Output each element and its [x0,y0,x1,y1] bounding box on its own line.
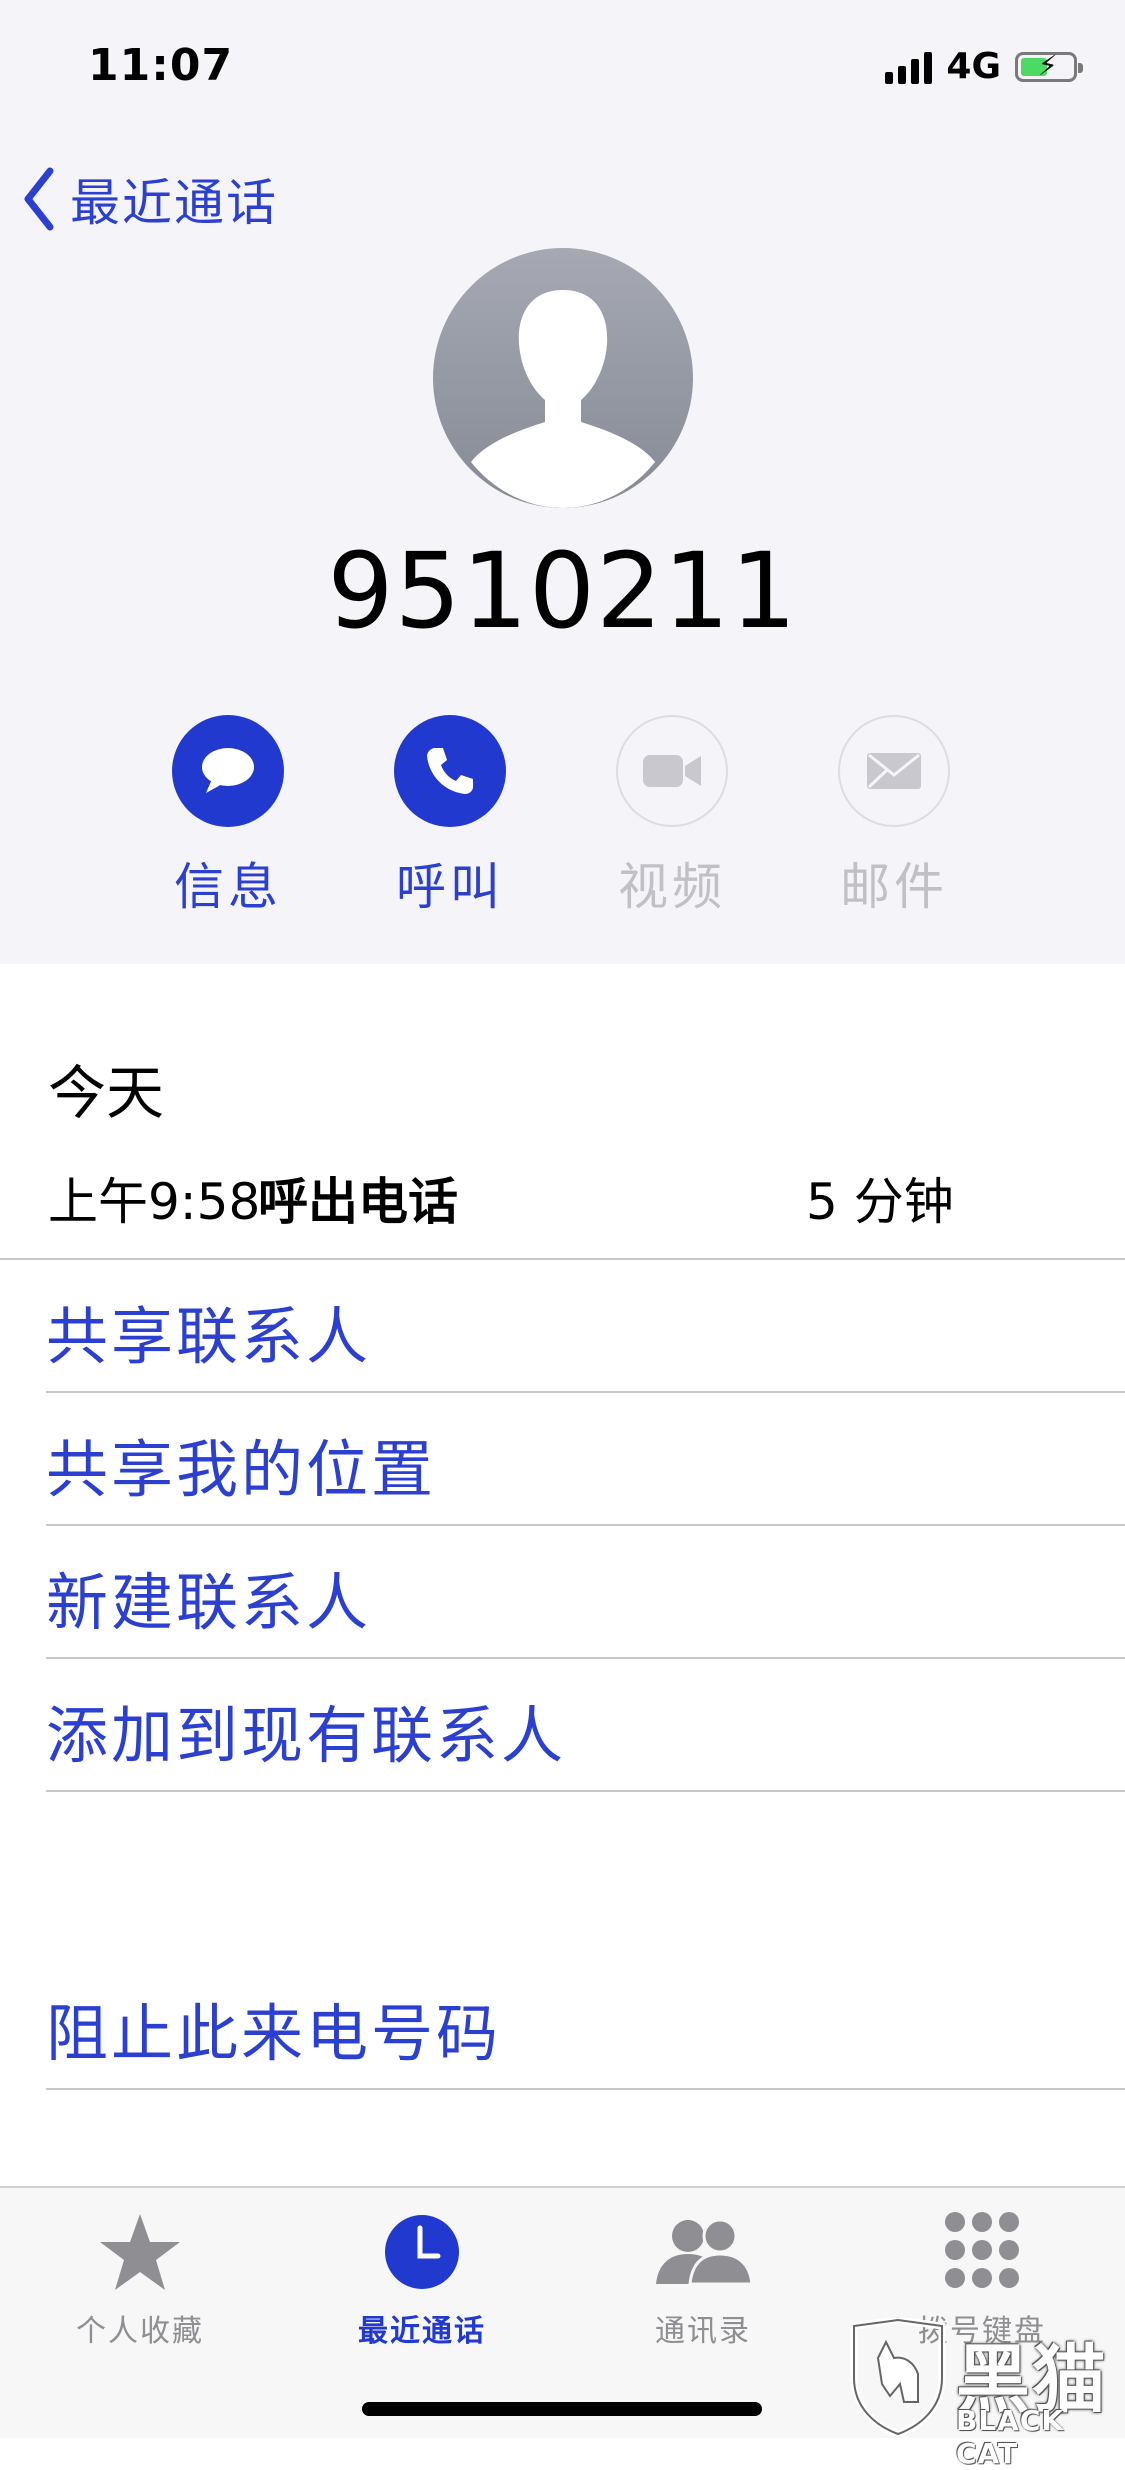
phone-icon [394,715,506,827]
divider [46,2088,1125,2090]
mail-envelope-icon [838,715,950,827]
avatar [433,248,693,508]
message-action-button[interactable]: 信息 [153,715,303,919]
back-button[interactable]: 最近通话 [22,163,278,235]
divider [46,1524,1125,1526]
tab-label: 通讯录 [655,2314,751,2349]
call-action-button[interactable]: 呼叫 [375,715,525,919]
black-cat-watermark: 黑猫 BLACK CAT [848,2318,1120,2470]
network-type: 4G [946,46,1001,87]
home-indicator[interactable] [362,2402,762,2416]
block-caller-button[interactable]: 阻止此来电号码 [46,1983,501,2073]
call-log-duration: 5 分钟 [806,1173,954,1231]
call-log-type: 呼出电话 [258,1173,458,1231]
video-camera-icon [616,715,728,827]
cat-shield-icon [850,2318,946,2436]
person-silhouette-icon [471,290,655,508]
divider [46,1790,1125,1792]
message-action-label: 信息 [174,858,282,916]
star-icon [40,2206,240,2298]
mail-action-button[interactable]: 邮件 [819,715,969,919]
keypad-icon [882,2206,1082,2298]
back-label: 最近通话 [70,174,278,232]
share-contact-button[interactable]: 共享联系人 [46,1286,371,1376]
divider [0,1258,1125,1260]
signal-icon [885,50,933,84]
tab-favorites[interactable]: 个人收藏 [40,2206,240,2350]
clock-icon [322,2206,522,2298]
share-location-button[interactable]: 共享我的位置 [46,1419,436,1509]
call-action-label: 呼叫 [396,858,504,916]
tab-recents[interactable]: 最近通话 [322,2206,522,2350]
status-time: 11:07 [88,40,234,91]
mail-action-label: 邮件 [840,858,948,916]
divider [46,1391,1125,1393]
chevron-left-icon [24,167,54,231]
contacts-people-icon [603,2206,803,2298]
status-icons: 4G ⚡ [885,46,1083,87]
tab-contacts[interactable]: 通讯录 [603,2206,803,2350]
new-contact-button[interactable]: 新建联系人 [46,1552,371,1642]
phone-number: 9510211 [327,530,798,652]
video-action-button[interactable]: 视频 [597,715,747,919]
tab-label: 个人收藏 [76,2314,204,2349]
add-to-existing-contact-button[interactable]: 添加到现有联系人 [46,1685,566,1775]
call-log-day: 今天 [48,1059,165,1127]
tab-label: 最近通话 [358,2314,486,2349]
watermark-subtext: BLACK CAT [956,2404,1065,2470]
message-bubble-icon [172,715,284,827]
video-action-label: 视频 [618,858,726,916]
call-log-time: 上午9:58 [48,1173,261,1231]
divider [46,1657,1125,1659]
battery-icon: ⚡ [1015,50,1083,82]
